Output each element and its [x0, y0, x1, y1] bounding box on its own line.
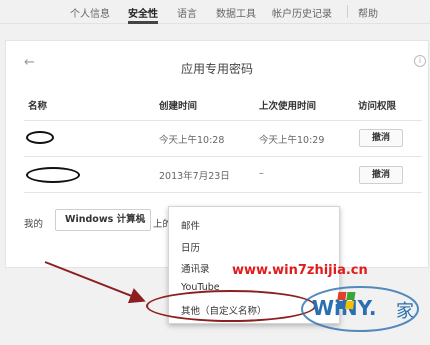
svg-text:家: 家: [396, 301, 414, 322]
watermark-logo-icon: WiNY. 家: [301, 286, 419, 332]
watermark-url: www.win7zhijia.cn: [232, 263, 368, 278]
annotation-circle: [146, 290, 316, 322]
